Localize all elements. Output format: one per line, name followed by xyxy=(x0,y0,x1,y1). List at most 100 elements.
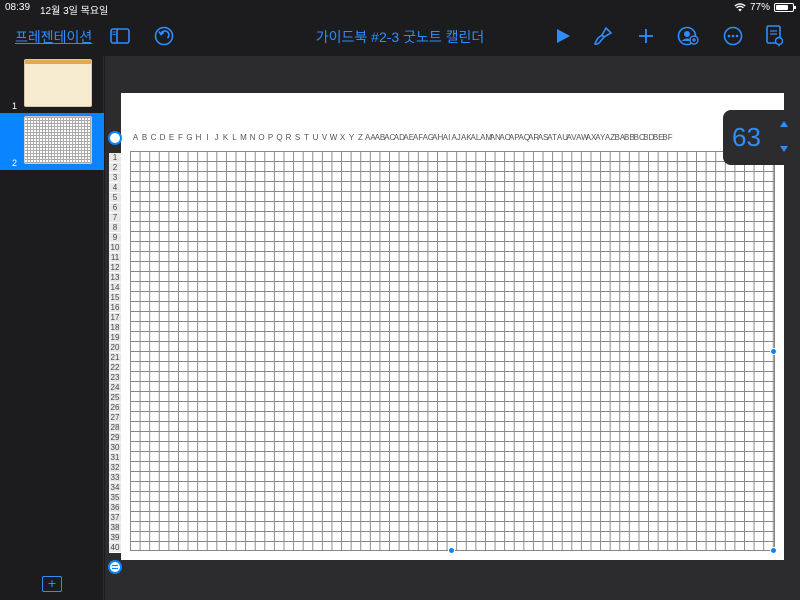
row-header-cell[interactable]: 28 xyxy=(109,423,121,433)
table-select-handle[interactable] xyxy=(108,131,122,145)
brush-icon[interactable] xyxy=(591,24,615,48)
column-header-cell[interactable]: BB xyxy=(624,133,635,144)
row-header-cell[interactable]: 3 xyxy=(109,173,121,183)
row-header-cell[interactable]: 32 xyxy=(109,463,121,473)
column-header-cell[interactable]: AM xyxy=(480,133,492,144)
row-header-cell[interactable]: 20 xyxy=(109,343,121,353)
column-header-cell[interactable]: AB xyxy=(375,133,386,144)
row-header-cell[interactable]: 33 xyxy=(109,473,121,483)
slide-thumbnail-1[interactable]: 1 xyxy=(0,56,104,113)
row-header-cell[interactable]: 19 xyxy=(109,333,121,343)
column-header-cell[interactable]: BE xyxy=(653,133,664,144)
column-header-cell[interactable]: AA xyxy=(365,133,376,144)
column-header-cell[interactable]: BC xyxy=(634,133,645,144)
stepper-value[interactable]: 63 xyxy=(732,122,761,153)
column-header-cell[interactable]: AZ xyxy=(605,133,615,144)
row-header-cell[interactable]: 22 xyxy=(109,363,121,373)
column-header-cell[interactable]: M xyxy=(239,133,248,144)
column-header-cell[interactable]: S xyxy=(293,133,302,144)
row-header-cell[interactable]: 8 xyxy=(109,223,121,233)
column-header-cell[interactable]: AQ xyxy=(519,133,531,144)
column-header-cell[interactable]: AC xyxy=(384,133,395,144)
row-header-cell[interactable]: 40 xyxy=(109,543,121,553)
column-header-cell[interactable]: X xyxy=(338,133,347,144)
column-header-cell[interactable]: AF xyxy=(413,133,423,144)
column-header-cell[interactable]: AU xyxy=(557,133,568,144)
column-header-cell[interactable]: AN xyxy=(490,133,501,144)
column-header-cell[interactable]: AJ xyxy=(451,133,461,144)
row-header-cell[interactable]: 16 xyxy=(109,303,121,313)
column-header-cell[interactable]: R xyxy=(284,133,293,144)
row-header-cell[interactable]: 36 xyxy=(109,503,121,513)
column-header-cell[interactable]: L xyxy=(230,133,239,144)
column-header-cell[interactable]: AP xyxy=(509,133,520,144)
resize-handle-bottom[interactable] xyxy=(448,547,455,554)
resize-handle-corner[interactable] xyxy=(770,547,777,554)
table-column-header[interactable]: A B C D E F G H I J K L M N O P Q R S T U V W X Y Z AA AB AC AD AE AF AG… xyxy=(131,133,775,144)
column-header-cell[interactable]: N xyxy=(248,133,257,144)
row-header-cell[interactable]: 35 xyxy=(109,493,121,503)
column-header-cell[interactable]: AD xyxy=(394,133,405,144)
row-header-cell[interactable]: 31 xyxy=(109,453,121,463)
column-header-cell[interactable]: O xyxy=(257,133,266,144)
row-header-cell[interactable]: 39 xyxy=(109,533,121,543)
more-icon[interactable] xyxy=(721,24,745,48)
row-header-cell[interactable]: 17 xyxy=(109,313,121,323)
row-header-cell[interactable]: 10 xyxy=(109,243,121,253)
row-header-cell[interactable]: 6 xyxy=(109,203,121,213)
row-header-cell[interactable]: 13 xyxy=(109,273,121,283)
row-header-cell[interactable]: 1 xyxy=(109,153,121,163)
row-header-cell[interactable]: 25 xyxy=(109,393,121,403)
column-header-cell[interactable]: A xyxy=(131,133,140,144)
column-header-cell[interactable]: AV xyxy=(566,133,576,144)
row-header-cell[interactable]: 5 xyxy=(109,193,121,203)
row-header-cell[interactable]: 26 xyxy=(109,403,121,413)
stepper-up-icon[interactable] xyxy=(780,121,788,127)
column-header-cell[interactable]: AR xyxy=(528,133,539,144)
play-icon[interactable] xyxy=(551,24,575,48)
column-header-cell[interactable]: V xyxy=(320,133,329,144)
collaborate-icon[interactable] xyxy=(676,24,700,48)
row-header-cell[interactable]: 11 xyxy=(109,253,121,263)
table-row-header[interactable]: 1 2 3 4 5 6 7 8 9 10 11 12 13 14 15 16 17 18 19 20 21 22 23 24 2… xyxy=(109,153,121,553)
row-header-cell[interactable]: 18 xyxy=(109,323,121,333)
column-header-cell[interactable]: BF xyxy=(662,133,672,144)
row-header-cell[interactable]: 4 xyxy=(109,183,121,193)
column-count-stepper[interactable]: 63 xyxy=(723,110,798,165)
column-header-cell[interactable]: W xyxy=(329,133,338,144)
column-header-cell[interactable]: BA xyxy=(614,133,625,144)
column-header-cell[interactable]: C xyxy=(149,133,158,144)
column-header-cell[interactable]: B xyxy=(140,133,149,144)
column-header-cell[interactable]: K xyxy=(221,133,230,144)
row-header-cell[interactable]: 30 xyxy=(109,443,121,453)
row-header-cell[interactable]: 2 xyxy=(109,163,121,173)
row-header-cell[interactable]: 23 xyxy=(109,373,121,383)
row-header-cell[interactable]: 14 xyxy=(109,283,121,293)
row-header-cell[interactable]: 34 xyxy=(109,483,121,493)
row-header-cell[interactable]: 9 xyxy=(109,233,121,243)
add-slide-button[interactable]: + xyxy=(42,576,62,592)
column-header-cell[interactable]: U xyxy=(311,133,320,144)
column-header-cell[interactable]: AL xyxy=(471,133,481,144)
column-header-cell[interactable]: E xyxy=(167,133,176,144)
column-header-cell[interactable]: AT xyxy=(547,133,557,144)
column-header-cell[interactable]: AH xyxy=(432,133,443,144)
table-grid[interactable] xyxy=(130,151,775,551)
column-header-cell[interactable]: P xyxy=(266,133,275,144)
stepper-down-icon[interactable] xyxy=(780,146,788,152)
plus-icon[interactable] xyxy=(634,24,658,48)
column-header-cell[interactable]: J xyxy=(212,133,221,144)
column-header-cell[interactable]: G xyxy=(185,133,194,144)
column-header-cell[interactable]: T xyxy=(302,133,311,144)
column-header-cell[interactable]: F xyxy=(176,133,185,144)
column-header-cell[interactable]: AE xyxy=(403,133,414,144)
resize-handle-right[interactable] xyxy=(770,348,777,355)
column-header-cell[interactable]: Z xyxy=(356,133,365,144)
row-header-cell[interactable]: 37 xyxy=(109,513,121,523)
row-header-cell[interactable]: 7 xyxy=(109,213,121,223)
column-header-cell[interactable]: AS xyxy=(538,133,549,144)
row-header-cell[interactable]: 21 xyxy=(109,353,121,363)
slide-thumbnail-2[interactable]: 2 xyxy=(0,113,104,170)
column-header-cell[interactable]: Y xyxy=(347,133,356,144)
row-header-cell[interactable]: 27 xyxy=(109,413,121,423)
